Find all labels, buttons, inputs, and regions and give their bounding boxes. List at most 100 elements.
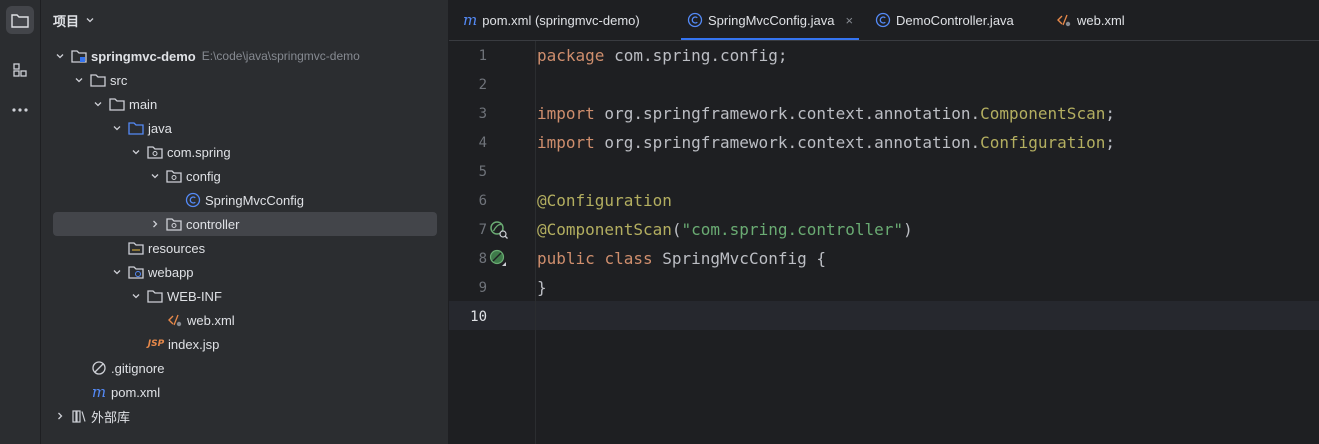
project-panel-title: 项目 xyxy=(53,13,80,29)
current-line-highlight xyxy=(449,301,1319,330)
line-number: 3 xyxy=(478,106,487,122)
tree-item-label: com.spring xyxy=(167,144,231,160)
chevron-down-icon[interactable] xyxy=(129,289,143,303)
line-number: 2 xyxy=(478,77,487,93)
tree-item-springmvc-demo[interactable]: springmvc-demo E:\code\java\springmvc-de… xyxy=(53,44,437,68)
tree-item-java[interactable]: java xyxy=(53,116,437,140)
module-folder-icon xyxy=(71,48,87,64)
tree-item-label: .gitignore xyxy=(111,360,165,376)
more-icon xyxy=(12,108,28,112)
tree-item-pom-xml[interactable]: m pom.xml xyxy=(53,380,437,404)
folder-icon xyxy=(11,14,29,28)
tree-item-label: web.xml xyxy=(187,312,235,328)
code-token: org.springframework.context.annotation. xyxy=(594,104,981,123)
line-number: 9 xyxy=(478,280,487,296)
tree-item-label: main xyxy=(129,96,158,112)
code-token: ( xyxy=(671,220,682,239)
bean-scan-icon[interactable] xyxy=(489,220,509,240)
project-panel-header[interactable]: 项目 xyxy=(53,10,95,30)
chevron-down-icon[interactable] xyxy=(53,49,67,63)
tree-item-external-libraries[interactable]: 外部库 xyxy=(53,404,437,428)
tree-item-com-spring[interactable]: com.spring xyxy=(53,140,437,164)
tab-label: web.xml xyxy=(1077,12,1125,28)
structure-tool-button[interactable] xyxy=(6,56,34,84)
code-line-1[interactable]: package com.spring.config; xyxy=(537,41,787,70)
tree-item-label: springmvc-demo xyxy=(91,48,196,64)
code-line-9[interactable]: } xyxy=(537,273,547,302)
tree-item-label: config xyxy=(186,168,221,184)
maven-file-icon: m xyxy=(91,383,107,401)
keyword-token: class xyxy=(604,249,653,268)
close-tab-button[interactable]: × xyxy=(845,13,853,28)
tree-item-label: SpringMvcConfig xyxy=(205,192,304,208)
xml-file-icon xyxy=(167,312,183,328)
project-panel: 项目 springmvc-demo E:\code\java\springmvc… xyxy=(41,0,448,444)
tree-item-gitignore[interactable]: .gitignore xyxy=(53,356,437,380)
chevron-down-icon[interactable] xyxy=(129,145,143,159)
keyword-token: import xyxy=(537,133,595,152)
chevron-down-icon[interactable] xyxy=(148,169,162,183)
code-line-6[interactable]: @Configuration xyxy=(537,186,672,215)
class-token: Configuration xyxy=(980,133,1106,152)
chevron-right-icon[interactable] xyxy=(53,409,67,423)
tree-item-main[interactable]: main xyxy=(53,92,437,116)
more-tools-button[interactable] xyxy=(6,96,34,124)
package-icon xyxy=(166,168,182,184)
tree-item-controller[interactable]: controller xyxy=(53,212,437,236)
tree-item-web-xml[interactable]: web.xml xyxy=(53,308,437,332)
annotation-token: @ComponentScan xyxy=(537,220,672,239)
library-icon xyxy=(71,408,87,424)
code-line-7[interactable]: @ComponentScan("com.spring.controller") xyxy=(537,215,913,244)
tree-item-webapp[interactable]: webapp xyxy=(53,260,437,284)
spring-bean-icon[interactable] xyxy=(489,249,509,269)
editor-gutter: 1 2 3 4 5 6 7 8 9 10 xyxy=(449,41,536,444)
tree-item-config[interactable]: config xyxy=(53,164,437,188)
ignore-file-icon xyxy=(91,360,107,376)
chevron-down-icon[interactable] xyxy=(91,97,105,111)
code-token: SpringMvcConfig { xyxy=(652,249,826,268)
web-folder-icon xyxy=(128,264,144,280)
tree-item-label: 外部库 xyxy=(91,409,131,425)
chevron-down-icon xyxy=(86,18,94,23)
java-class-icon xyxy=(875,12,891,28)
code-line-3[interactable]: import org.springframework.context.annot… xyxy=(537,99,1115,128)
tree-item-index-jsp[interactable]: JSP index.jsp xyxy=(53,332,437,356)
tree-item-label: pom.xml xyxy=(111,384,161,400)
maven-file-icon: m xyxy=(463,11,478,29)
chevron-right-icon[interactable] xyxy=(148,217,162,231)
structure-icon xyxy=(13,63,27,77)
tree-item-label: java xyxy=(148,120,172,136)
code-token: ) xyxy=(903,220,913,239)
chevron-down-icon[interactable] xyxy=(110,265,124,279)
project-path-hint: E:\code\java\springmvc-demo xyxy=(201,49,360,63)
tab-democontroller-java[interactable]: DemoController.java xyxy=(875,0,1014,40)
tree-item-resources[interactable]: resources xyxy=(53,236,437,260)
chevron-down-icon[interactable] xyxy=(110,121,124,135)
tree-item-springmvcconfig[interactable]: SpringMvcConfig xyxy=(53,188,437,212)
tab-label: SpringMvcConfig.java xyxy=(708,12,835,28)
source-folder-icon xyxy=(128,120,144,136)
tab-springmvcconfig-java[interactable]: SpringMvcConfig.java × xyxy=(680,0,860,40)
tab-web-xml[interactable]: web.xml xyxy=(1056,0,1125,40)
tab-label: DemoController.java xyxy=(896,12,1014,28)
tree-item-label: WEB-INF xyxy=(167,288,222,304)
line-number: 4 xyxy=(478,135,487,151)
xml-file-icon xyxy=(1057,14,1071,27)
project-tool-button[interactable] xyxy=(6,6,34,34)
code-line-8[interactable]: public class SpringMvcConfig { xyxy=(537,244,826,273)
tree-item-src[interactable]: src xyxy=(53,68,437,92)
folder-icon xyxy=(90,72,106,88)
line-number: 8 xyxy=(478,251,487,267)
tab-label: pom.xml (springmvc-demo) xyxy=(482,12,640,28)
code-line-4[interactable]: import org.springframework.context.annot… xyxy=(537,128,1115,157)
line-number: 10 xyxy=(470,309,487,325)
java-class-icon xyxy=(185,192,201,208)
keyword-token: import xyxy=(537,104,595,123)
tree-item-label: src xyxy=(110,72,128,88)
tab-pom-xml[interactable]: m pom.xml (springmvc-demo) xyxy=(463,0,640,40)
tree-item-web-inf[interactable]: WEB-INF xyxy=(53,284,437,308)
code-token: org.springframework.context.annotation. xyxy=(594,133,981,152)
tree-item-label: webapp xyxy=(148,264,194,280)
package-icon xyxy=(166,216,182,232)
chevron-down-icon[interactable] xyxy=(72,73,86,87)
